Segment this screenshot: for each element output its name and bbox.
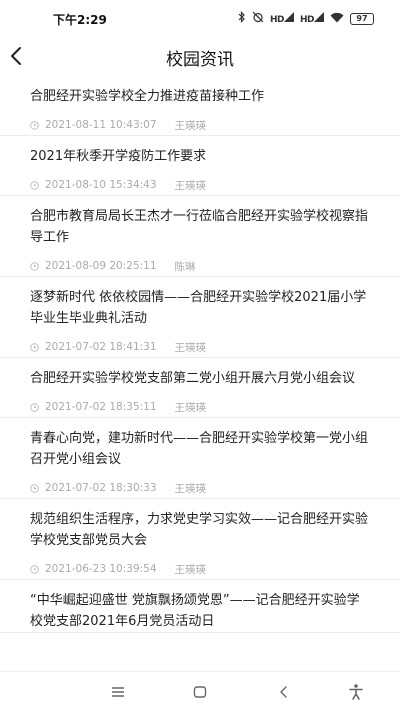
- signal-hd-icon: HD: [269, 11, 294, 27]
- news-list[interactable]: 合肥经开实验学校全力推进疫苗接种工作 2021-08-11 10:43:07 王…: [0, 76, 400, 671]
- news-title: “中华崛起迎盛世 党旗飘扬颂党恩”——记合肥经开实验学校党支部2021年6月党员…: [30, 593, 360, 629]
- news-meta: 2021-08-10 15:34:43 王瑛瑛: [30, 175, 370, 195]
- signal-hd-icon: HD: [299, 11, 324, 27]
- alarm-off-icon: [252, 11, 264, 27]
- news-author: 陈琳: [174, 260, 196, 273]
- system-back-button[interactable]: [274, 682, 294, 702]
- news-date: 2021-07-02 18:41:31: [45, 341, 157, 353]
- news-author: 王瑛瑛: [174, 401, 207, 414]
- news-meta: 2021-07-02 18:30:33 王瑛瑛: [30, 478, 370, 498]
- status-time: 下午2:29: [53, 13, 107, 27]
- accessibility-icon: [349, 684, 363, 700]
- news-date: 2021-08-11 10:43:07: [45, 119, 157, 131]
- bluetooth-icon: [238, 11, 246, 27]
- news-title: 合肥经开实验学校全力推进疫苗接种工作: [30, 89, 265, 104]
- news-author: 王瑛瑛: [174, 119, 207, 132]
- news-item[interactable]: 2021年秋季开学疫防工作要求 2021-08-10 15:34:43 王瑛瑛: [0, 136, 400, 196]
- news-title: 规范组织生活程序，力求党史学习实效——记合肥经开实验学校党支部党员大会: [30, 512, 369, 548]
- battery-level: 97: [356, 14, 368, 23]
- news-meta: 2021-06-23 10:39:54 王瑛瑛: [30, 559, 370, 579]
- signal-hd-label: HD: [299, 14, 315, 25]
- news-author: 王瑛瑛: [174, 482, 207, 495]
- status-bar: 下午2:29 HD HD 97: [0, 0, 400, 36]
- news-item[interactable]: 规范组织生活程序，力求党史学习实效——记合肥经开实验学校党支部党员大会 2021…: [0, 499, 400, 580]
- news-title: 合肥经开实验学校党支部第二党小组开展六月党小组会议: [30, 371, 356, 386]
- clock-icon: [30, 483, 39, 493]
- news-author: 王瑛瑛: [174, 341, 207, 354]
- news-meta: 2021-08-09 20:25:11 陈琳: [30, 256, 370, 276]
- news-item[interactable]: 合肥市教育局局长王杰才一行莅临合肥经开实验学校视察指导工作 2021-08-09…: [0, 196, 400, 277]
- home-square-icon: [193, 686, 207, 698]
- home-button[interactable]: [190, 682, 210, 702]
- back-triangle-icon: [280, 686, 287, 698]
- news-author: 王瑛瑛: [174, 563, 207, 576]
- news-meta: 2021-07-02 18:35:11 王瑛瑛: [30, 397, 370, 417]
- clock-icon: [30, 261, 39, 271]
- news-date: 2021-07-02 18:30:33: [45, 482, 157, 494]
- clock-icon: [30, 342, 39, 352]
- clock-icon: [30, 120, 39, 130]
- menu-button[interactable]: [108, 682, 128, 702]
- clock-icon: [30, 180, 39, 190]
- news-date: 2021-08-09 20:25:11: [45, 260, 157, 272]
- news-item[interactable]: 合肥经开实验学校全力推进疫苗接种工作 2021-08-11 10:43:07 王…: [0, 76, 400, 136]
- news-title: 青春心向党，建功新时代——合肥经开实验学校第一党小组召开党小组会议: [30, 431, 369, 467]
- wifi-icon: [330, 12, 344, 27]
- news-date: 2021-08-10 15:34:43: [45, 179, 157, 191]
- nav-bar: 校园资讯: [0, 36, 400, 76]
- clock-icon: [30, 564, 39, 574]
- news-meta: 2021-07-02 18:41:31 王瑛瑛: [30, 337, 370, 357]
- signal-hd-label: HD: [269, 14, 285, 25]
- news-item[interactable]: “中华崛起迎盛世 党旗飘扬颂党恩”——记合肥经开实验学校党支部2021年6月党员…: [0, 580, 400, 633]
- system-navigation-bar: [0, 671, 400, 711]
- news-item[interactable]: 合肥经开实验学校党支部第二党小组开展六月党小组会议 2021-07-02 18:…: [0, 358, 400, 418]
- page-title: 校园资讯: [166, 50, 234, 70]
- news-item[interactable]: 逐梦新时代 依依校园情——合肥经开实验学校2021届小学毕业生毕业典礼活动 20…: [0, 277, 400, 358]
- news-date: 2021-06-23 10:39:54: [45, 563, 157, 575]
- menu-icon: [112, 687, 124, 697]
- news-author: 王瑛瑛: [174, 179, 207, 192]
- news-date: 2021-07-02 18:35:11: [45, 401, 157, 413]
- status-icons: HD HD 97: [238, 11, 374, 27]
- news-title: 合肥市教育局局长王杰才一行莅临合肥经开实验学校视察指导工作: [30, 209, 369, 245]
- accessibility-button[interactable]: [346, 682, 366, 702]
- news-meta: 2021-08-11 10:43:07 王瑛瑛: [30, 115, 370, 135]
- news-item[interactable]: 青春心向党，建功新时代——合肥经开实验学校第一党小组召开党小组会议 2021-0…: [0, 418, 400, 499]
- clock-icon: [30, 402, 39, 412]
- battery-icon: 97: [350, 13, 374, 25]
- news-title: 逐梦新时代 依依校园情——合肥经开实验学校2021届小学毕业生毕业典礼活动: [30, 290, 367, 326]
- news-title: 2021年秋季开学疫防工作要求: [30, 149, 207, 164]
